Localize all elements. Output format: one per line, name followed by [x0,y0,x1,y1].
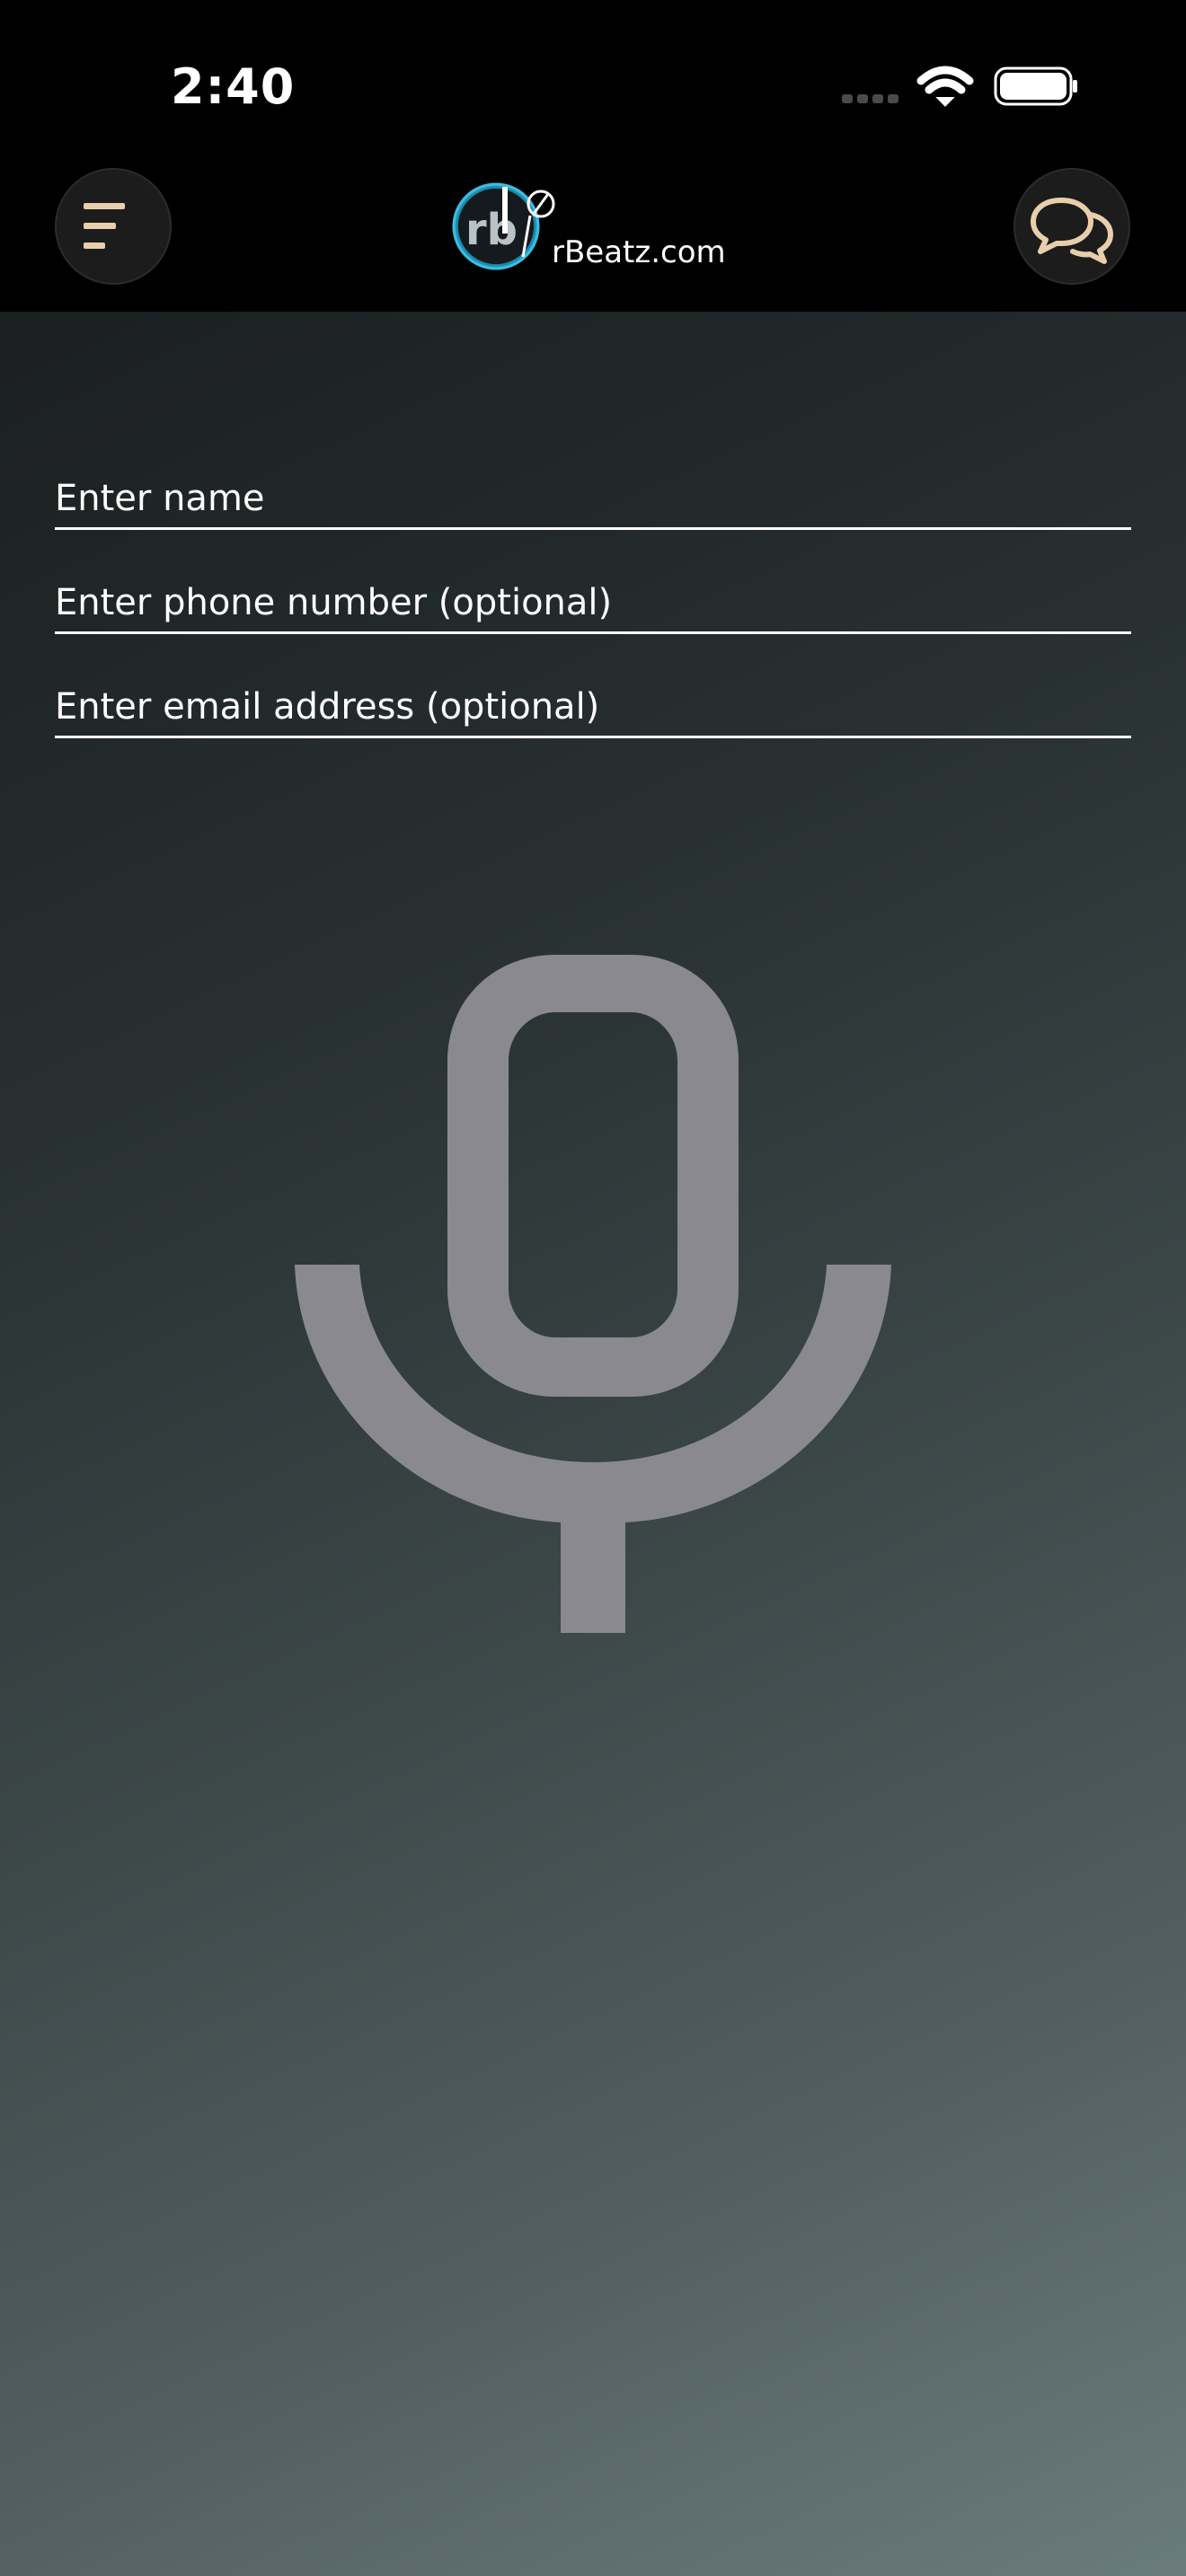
rbeatz-logo: rb rBeatz.com [449,180,746,278]
menu-lines-icon [84,203,125,249]
menu-button[interactable] [55,168,172,285]
email-field[interactable] [55,673,1131,738]
logo-mark: rb [452,182,555,270]
status-time: 2:40 [171,58,296,115]
phone-field[interactable] [55,569,1131,634]
logo-text: rBeatz.com [552,234,726,270]
battery-icon [994,66,1077,106]
chat-button[interactable] [1013,168,1130,285]
chat-bubbles-icon [1031,198,1113,264]
name-field[interactable] [55,464,1131,530]
status-icons [842,66,1077,107]
name-input[interactable] [55,472,1131,525]
logo-monogram: rb [465,205,518,255]
top-bar: 2:40 rb rBeatz.com [0,0,1186,312]
wifi-icon [916,66,974,107]
email-input[interactable] [55,680,1131,734]
phone-input[interactable] [55,576,1131,630]
microphone-icon [295,955,891,1633]
app-screen: 2:40 rb rBeatz.com Enter name Enter phon… [0,0,1186,2576]
cellular-signal-icon [842,94,898,103]
